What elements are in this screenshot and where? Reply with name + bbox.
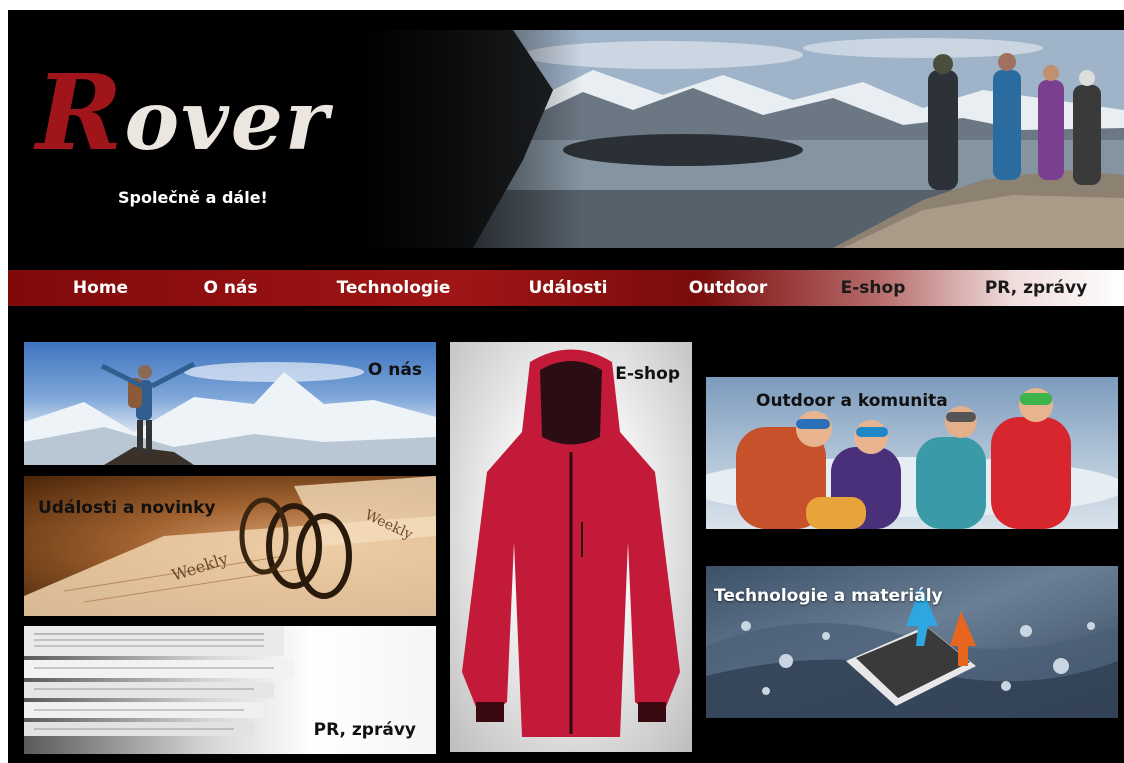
hero-fade-overlay — [363, 30, 583, 248]
site-header: Rover Společně a dále! — [8, 10, 1124, 268]
nav-item-o-nas[interactable]: O nás — [188, 270, 273, 306]
nav-item-e-shop[interactable]: E-shop — [823, 270, 923, 306]
header-hero-image — [363, 30, 1124, 248]
nav-item-udalosti[interactable]: Události — [518, 270, 618, 306]
nav-item-technologie[interactable]: Technologie — [326, 270, 461, 306]
tile-technologie-label: Technologie a materiály — [714, 586, 943, 606]
page-frame: Rover Společně a dále! Home O nás Techno… — [8, 10, 1124, 763]
tile-outdoor[interactable]: Outdoor a komunita — [706, 377, 1118, 529]
red-jacket-illustration — [462, 349, 680, 737]
tile-technologie[interactable]: Technologie a materiály — [706, 566, 1118, 718]
tile-e-shop-label: E-shop — [615, 364, 680, 384]
nav-item-outdoor[interactable]: Outdoor — [678, 270, 778, 306]
tile-udalosti-label: Události a novinky — [38, 498, 216, 518]
tile-outdoor-label: Outdoor a komunita — [756, 391, 948, 411]
tile-udalosti[interactable]: Weekly Weekly Události a novinky — [24, 476, 436, 616]
tile-o-nas[interactable]: O nás — [24, 342, 436, 465]
tile-o-nas-label: O nás — [367, 360, 422, 380]
tile-pr-zpravy[interactable]: PR, zprávy — [24, 626, 436, 754]
planner-rings-illustration: Weekly Weekly — [24, 476, 436, 616]
nav-item-pr-zpravy[interactable]: PR, zprávy — [976, 270, 1096, 306]
main-nav: Home O nás Technologie Události Outdoor … — [8, 270, 1124, 306]
logo-rest: over — [124, 73, 331, 169]
slogan: Společně a dále! — [118, 188, 268, 207]
tile-pr-zpravy-label: PR, zprávy — [313, 720, 416, 740]
logo-initial: R — [36, 51, 125, 174]
nav-item-home[interactable]: Home — [58, 270, 143, 306]
tile-e-shop[interactable]: E-shop — [450, 342, 692, 752]
rover-logo[interactable]: Rover — [36, 61, 330, 165]
